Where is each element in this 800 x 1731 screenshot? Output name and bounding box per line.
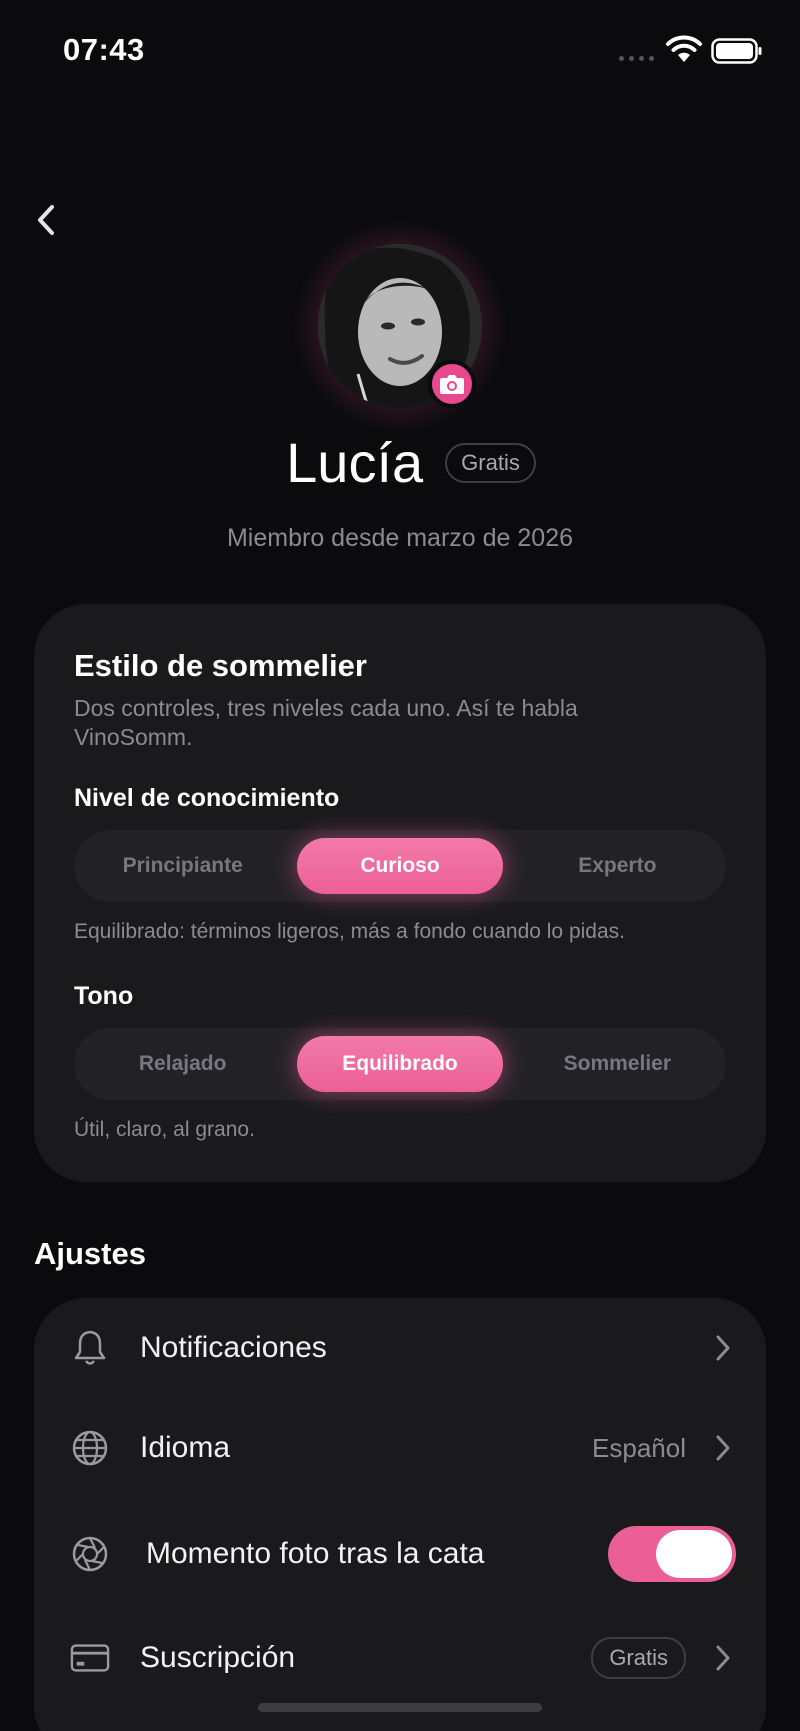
tone-label: Tono bbox=[74, 982, 134, 1010]
chevron-left-icon bbox=[38, 205, 54, 235]
chevron-right-icon bbox=[712, 1433, 734, 1463]
photo-moment-toggle[interactable] bbox=[608, 1526, 736, 1582]
settings-row-label: Suscripción bbox=[140, 1641, 296, 1674]
tone-option-balanced[interactable]: Equilibrado bbox=[297, 1036, 503, 1092]
settings-row-language[interactable]: Idioma Español bbox=[34, 1398, 766, 1498]
settings-heading: Ajustes bbox=[34, 1236, 146, 1271]
settings-row-subscription[interactable]: Suscripción Gratis bbox=[34, 1608, 766, 1708]
avatar-container bbox=[292, 218, 508, 434]
wifi-icon bbox=[666, 35, 702, 62]
tone-hint: Útil, claro, al grano. bbox=[74, 1118, 255, 1141]
settings-card: Notificaciones Idioma Español Momento fo… bbox=[34, 1298, 766, 1731]
battery-icon bbox=[711, 38, 762, 64]
card-title: Estilo de sommelier bbox=[74, 648, 367, 683]
settings-row-photo-moment: Momento foto tras la cata bbox=[34, 1504, 766, 1604]
toggle-knob bbox=[656, 1530, 732, 1578]
settings-row-notifications[interactable]: Notificaciones bbox=[34, 1298, 766, 1398]
knowledge-option-curious[interactable]: Curioso bbox=[297, 838, 503, 894]
aperture-icon bbox=[70, 1534, 110, 1574]
plan-badge: Gratis bbox=[445, 442, 536, 483]
globe-icon bbox=[70, 1428, 110, 1468]
tone-option-sommelier[interactable]: Sommelier bbox=[515, 1036, 720, 1092]
card-subtitle: Dos controles, tres niveles cada uno. As… bbox=[74, 695, 578, 750]
knowledge-hint: Equilibrado: términos ligeros, más a fon… bbox=[74, 920, 625, 943]
bell-icon bbox=[70, 1328, 110, 1368]
member-since-text: Miembro desde marzo de 2026 bbox=[226, 524, 574, 552]
tone-option-relaxed[interactable]: Relajado bbox=[80, 1036, 285, 1092]
status-bar: 07:43 bbox=[0, 0, 800, 100]
cellular-signal-icon bbox=[619, 56, 654, 61]
change-photo-button[interactable] bbox=[428, 360, 476, 408]
knowledge-level-selector: Principiante Curioso Experto bbox=[74, 830, 726, 902]
status-time: 07:43 bbox=[63, 32, 145, 67]
chevron-right-icon bbox=[712, 1643, 734, 1673]
subscription-badge: Gratis bbox=[591, 1637, 686, 1679]
settings-row-label: Idioma bbox=[140, 1431, 231, 1464]
knowledge-option-beginner[interactable]: Principiante bbox=[80, 838, 285, 894]
credit-card-icon bbox=[70, 1638, 110, 1678]
settings-row-label: Momento foto tras la cata bbox=[146, 1537, 485, 1570]
profile-header: Lucía Gratis bbox=[0, 430, 800, 495]
language-value: Español bbox=[592, 1432, 686, 1463]
sommelier-style-card: Estilo de sommelier Dos controles, tres … bbox=[34, 604, 766, 1182]
settings-row-label: Notificaciones bbox=[140, 1331, 327, 1364]
home-indicator[interactable] bbox=[258, 1703, 542, 1712]
tone-selector: Relajado Equilibrado Sommelier bbox=[74, 1028, 726, 1100]
knowledge-level-label: Nivel de conocimiento bbox=[74, 784, 340, 812]
chevron-right-icon bbox=[712, 1333, 734, 1363]
camera-icon bbox=[440, 375, 464, 394]
profile-name: Lucía bbox=[286, 431, 424, 494]
back-button[interactable] bbox=[26, 198, 66, 242]
knowledge-option-expert[interactable]: Experto bbox=[515, 838, 720, 894]
